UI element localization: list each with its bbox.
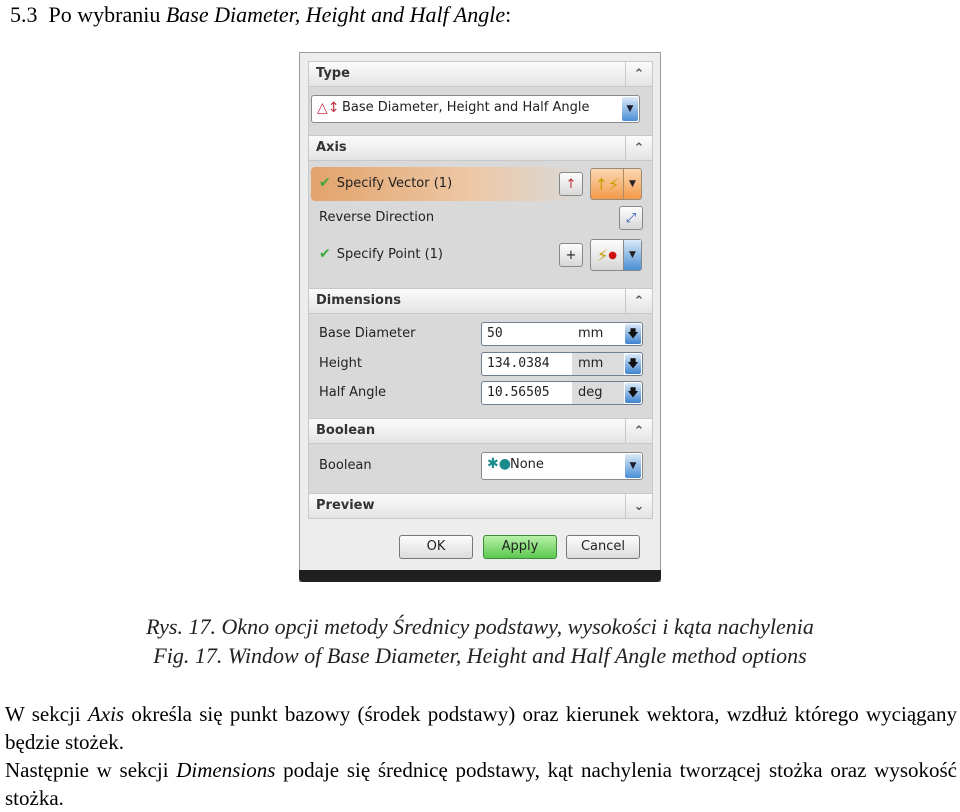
paragraph-axis: W sekcji Axis określa się punkt bazowy (…: [5, 700, 957, 756]
preview-section-header[interactable]: Preview ⌄: [308, 493, 653, 519]
boolean-section-header[interactable]: Boolean ⌃: [308, 418, 653, 444]
check-icon: ✔: [319, 246, 331, 262]
half-angle-unit: deg: [572, 382, 624, 404]
chevron-down-icon[interactable]: ▼: [623, 240, 641, 270]
cancel-button[interactable]: Cancel: [566, 535, 640, 559]
lightning-point-icon: ⚡ ●: [597, 245, 617, 265]
check-icon: ✔: [319, 175, 331, 191]
half-angle-field[interactable]: 10.56505 deg 🡇: [481, 381, 643, 405]
boolean-section-title: Boolean: [316, 423, 376, 438]
section-heading: 5.3 Po wybraniu Base Diameter, Height an…: [10, 0, 511, 30]
collapse-chevron-icon[interactable]: ⌃: [625, 62, 652, 86]
reverse-direction-button[interactable]: ⤢: [619, 206, 643, 230]
base-diameter-label: Base Diameter: [319, 326, 416, 341]
vector-dialog-button[interactable]: ↑: [559, 172, 583, 196]
type-dropdown-value: Base Diameter, Height and Half Angle: [342, 100, 590, 115]
specify-point-label[interactable]: ✔ Specify Point (1): [319, 246, 443, 262]
paragraph-text: Następnie w sekcji: [5, 758, 177, 782]
chevron-down-icon[interactable]: ▼: [622, 97, 638, 121]
reverse-direction-label: Reverse Direction: [319, 210, 435, 225]
heading-italic: Base Diameter, Height and Half Angle: [165, 2, 506, 27]
point-dialog-button[interactable]: +: [559, 243, 583, 267]
boolean-dropdown[interactable]: ✱● None ▼: [481, 452, 643, 480]
apply-button[interactable]: Apply: [483, 535, 557, 559]
vector-constructor-icon: ↑: [565, 176, 577, 192]
paragraph-italic: Dimensions: [176, 758, 276, 782]
preview-section-title: Preview: [316, 498, 375, 513]
type-section-body: △↕ Base Diameter, Height and Half Angle …: [308, 87, 653, 135]
section-number: 5.3: [10, 2, 38, 27]
base-diameter-unit: mm: [572, 323, 624, 345]
dialog-bottom-bar: [299, 570, 661, 582]
height-field[interactable]: 134.0384 mm 🡇: [481, 352, 643, 376]
type-section-title: Type: [316, 66, 350, 81]
boolean-dropdown-value: None: [510, 457, 544, 472]
vector-inferred-split-button[interactable]: ↑⚡ ▼: [590, 168, 642, 200]
paragraph-dimensions: Następnie w sekcji Dimensions podaje się…: [5, 756, 957, 812]
axis-section-body: ✔ Specify Vector (1) ↑ ↑⚡ ▼ Reverse Direc…: [308, 161, 653, 288]
height-value[interactable]: 134.0384: [487, 356, 550, 371]
boolean-none-icon: ✱●: [487, 456, 511, 472]
half-angle-label: Half Angle: [319, 385, 387, 400]
arrow-down-icon[interactable]: 🡇: [625, 354, 641, 374]
figure-caption-pl: Rys. 17. Okno opcji metody Średnicy pods…: [146, 614, 814, 639]
boolean-label: Boolean: [319, 458, 372, 473]
dimensions-section-header[interactable]: Dimensions ⌃: [308, 288, 653, 314]
lightning-vector-icon: ↑⚡: [594, 174, 620, 194]
figure-caption-en: Fig. 17. Window of Base Diameter, Height…: [153, 643, 807, 668]
expand-chevron-icon[interactable]: ⌄: [625, 494, 652, 518]
dimensions-section-body: Base Diameter 50 mm 🡇 Height 134.0384 mm…: [308, 314, 653, 418]
dimensions-section-title: Dimensions: [316, 293, 401, 308]
paragraph-text: W sekcji: [5, 702, 88, 726]
paragraph-italic: Axis: [87, 702, 125, 726]
type-dropdown[interactable]: △↕ Base Diameter, Height and Half Angle …: [311, 95, 640, 123]
arrow-down-icon[interactable]: 🡇: [625, 324, 641, 344]
reverse-arrows-icon: ⤢: [625, 210, 637, 226]
cone-icon: △↕: [317, 100, 340, 116]
base-diameter-value[interactable]: 50: [487, 326, 503, 341]
heading-suffix: :: [505, 2, 512, 27]
arrow-down-icon[interactable]: 🡇: [625, 383, 641, 403]
heading-prefix: Po wybraniu: [48, 2, 166, 27]
collapse-chevron-icon[interactable]: ⌃: [625, 289, 652, 313]
height-unit: mm: [572, 353, 624, 375]
half-angle-value[interactable]: 10.56505: [487, 385, 550, 400]
ok-button[interactable]: OK: [399, 535, 473, 559]
specify-vector-label[interactable]: ✔ Specify Vector (1): [319, 175, 452, 191]
collapse-chevron-icon[interactable]: ⌃: [625, 136, 652, 160]
chevron-down-icon[interactable]: ▼: [625, 454, 641, 478]
axis-section-header[interactable]: Axis ⌃: [308, 135, 653, 161]
type-section-header[interactable]: Type ⌃: [308, 61, 653, 87]
point-inferred-split-button[interactable]: ⚡ ● ▼: [590, 239, 642, 271]
collapse-chevron-icon[interactable]: ⌃: [625, 419, 652, 443]
paragraph-text: określa się punkt bazowy (środek podstaw…: [5, 702, 957, 754]
cone-dialog: Type ⌃ △↕ Base Diameter, Height and Half…: [299, 52, 661, 582]
point-constructor-icon: +: [565, 247, 577, 263]
height-label: Height: [319, 356, 362, 371]
axis-section-title: Axis: [316, 140, 347, 155]
boolean-section-body: Boolean ✱● None ▼: [308, 444, 653, 493]
chevron-down-icon[interactable]: ▼: [623, 169, 641, 199]
base-diameter-field[interactable]: 50 mm 🡇: [481, 322, 643, 346]
